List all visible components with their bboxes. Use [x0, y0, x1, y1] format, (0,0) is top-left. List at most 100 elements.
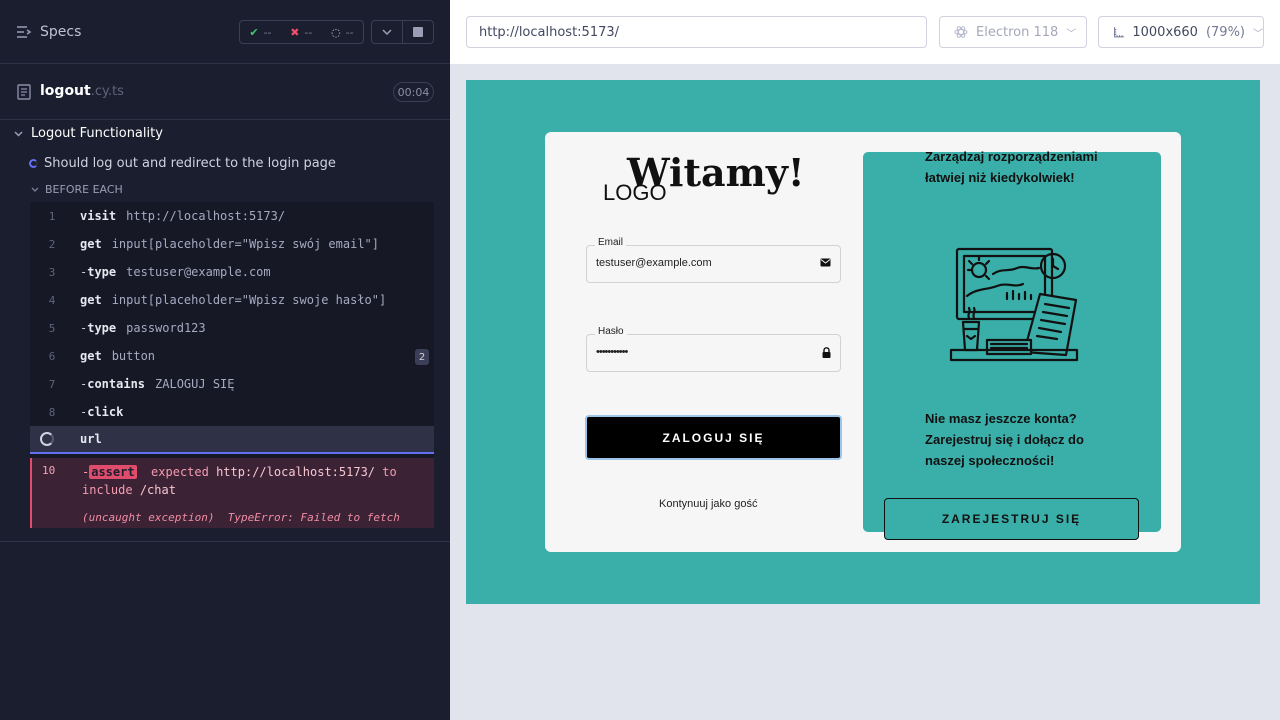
- test-stats: ✔ -- ✖ -- ◌ --: [239, 20, 364, 44]
- viewport-selector[interactable]: 1000x660 (79%) ﹀: [1098, 16, 1264, 48]
- suite-title[interactable]: Logout Functionality: [14, 126, 163, 141]
- url-bar[interactable]: http://localhost:5173/: [466, 16, 927, 48]
- child-dash: -: [80, 265, 88, 279]
- assert-tag: assert: [89, 465, 137, 479]
- runner-panel: Specs ✔ -- ✖ -- ◌ -- logout.cy.ts 00:04 Log…: [0, 0, 450, 720]
- command-number: 2: [48, 237, 56, 251]
- test-title[interactable]: Should log out and redirect to the login…: [29, 156, 336, 171]
- pending-stat: ◌ --: [331, 26, 354, 39]
- suite-label: Logout Functionality: [31, 126, 163, 141]
- viewport-size: 1000x660: [1132, 24, 1198, 40]
- divider: [0, 541, 450, 542]
- file-name-text: logout: [40, 83, 91, 99]
- chevron-down-icon: [382, 29, 392, 35]
- app-viewport: Witamy! LOGO Email testuser@example.com …: [466, 80, 1260, 604]
- command-arg: http://localhost:5173/: [126, 209, 286, 223]
- file-ext: .cy.ts: [90, 84, 124, 99]
- exception-message: (uncaught exception) TypeError: Failed t…: [82, 511, 400, 524]
- running-spinner-icon: [29, 159, 38, 168]
- specs-list-icon: [17, 26, 32, 38]
- command-row[interactable]: 4 get input[placeholder="Wpisz swoje hasło…: [30, 286, 434, 314]
- stop-icon: [413, 27, 423, 37]
- command-row[interactable]: 2 get input[placeholder="Wpisz swój email"…: [30, 230, 434, 258]
- loading-spinner-icon: [40, 432, 54, 446]
- spec-file-name[interactable]: logout.cy.ts: [40, 83, 124, 99]
- command-number: 8: [48, 405, 56, 419]
- command-row[interactable]: 5 - type password123: [30, 314, 434, 342]
- stop-button[interactable]: [402, 21, 433, 43]
- lock-icon: [822, 347, 831, 358]
- browser-selector[interactable]: Electron 118 ﹀: [939, 16, 1087, 48]
- electron-icon: [954, 26, 968, 38]
- email-label: Email: [595, 237, 627, 248]
- command-name: click: [87, 405, 124, 419]
- file-icon: [17, 84, 31, 100]
- envelope-icon: [820, 258, 831, 267]
- preview-panel: http://localhost:5173/ Electron 118 ﹀ 10…: [450, 0, 1280, 720]
- child-dash: -: [80, 405, 88, 419]
- child-dash: -: [80, 321, 88, 335]
- promo-panel: Zarządzaj rozporządzeniami łatwiej niż k…: [863, 149, 1161, 532]
- element-count-badge: 2: [415, 349, 429, 365]
- error-command-row[interactable]: 10 - assert expected http://localhost:517…: [30, 458, 434, 528]
- specs-toggle[interactable]: Specs: [16, 24, 81, 40]
- check-icon: ✔: [249, 25, 259, 39]
- command-number: 1: [48, 209, 56, 223]
- command-log: 1 visit http://localhost:5173/ 2 get input[p…: [30, 202, 434, 528]
- command-arg: input[placeholder="Wpisz swoje hasło"]: [111, 293, 387, 307]
- exception-text: TypeError: Failed to fetch: [227, 511, 400, 524]
- command-name: get: [80, 293, 102, 307]
- command-number: 4: [48, 293, 56, 307]
- zoom-level: (79%): [1205, 24, 1245, 40]
- passed-stat: ✔ --: [249, 26, 271, 39]
- ruler-icon: [1114, 27, 1125, 38]
- login-button[interactable]: ZALOGUJ SIĘ: [585, 415, 842, 460]
- command-row[interactable]: 8 - click: [30, 398, 434, 426]
- exception-label: (uncaught exception): [82, 511, 215, 524]
- assert-path: /chat: [139, 483, 176, 497]
- command-name: contains: [87, 377, 146, 391]
- pending-count: --: [345, 25, 354, 39]
- command-name: visit: [80, 209, 117, 223]
- runner-controls: [371, 20, 434, 44]
- guest-link[interactable]: Kontynuuj jako gość: [659, 498, 757, 510]
- logo: LOGO: [603, 180, 667, 205]
- hook-title[interactable]: BEFORE EACH: [31, 183, 123, 196]
- pending-icon: ◌: [331, 25, 341, 39]
- assert-to: to: [382, 465, 397, 479]
- password-field[interactable]: Hasło •••••••••••: [586, 326, 841, 372]
- email-field[interactable]: Email testuser@example.com: [586, 237, 841, 283]
- dropdown-button[interactable]: [372, 21, 402, 43]
- command-arg: testuser@example.com: [126, 265, 271, 279]
- promo-text: Zarządzaj rozporządzeniami łatwiej niż k…: [925, 149, 1098, 185]
- chevron-down-icon: ﹀: [1253, 28, 1263, 40]
- command-name: get: [80, 237, 102, 251]
- command-number: 7: [48, 377, 56, 391]
- x-icon: ✖: [290, 25, 300, 39]
- command-arg: button: [111, 349, 156, 363]
- chevron-down-icon: [14, 130, 23, 137]
- assert-include: include: [82, 483, 133, 497]
- active-command-row[interactable]: url: [30, 426, 434, 454]
- assert-url: http://localhost:5173/: [216, 465, 376, 479]
- password-label: Hasło: [595, 326, 627, 337]
- command-row[interactable]: 1 visit http://localhost:5173/: [30, 202, 434, 230]
- command-arg: ZALOGUJ SIĘ: [155, 377, 235, 391]
- command-row[interactable]: 3 - type testuser@example.com: [30, 258, 434, 286]
- command-row[interactable]: 7 - contains ZALOGUJ SIĘ: [30, 370, 434, 398]
- command-name: url: [80, 432, 102, 446]
- failed-count: --: [304, 25, 313, 39]
- chevron-down-icon: ﹀: [1066, 28, 1077, 40]
- assertion-message: - assert expected http://localhost:5173/ …: [82, 465, 397, 497]
- browser-toolbar: http://localhost:5173/ Electron 118 ﹀ 10…: [450, 0, 1280, 64]
- register-button[interactable]: ZAREJESTRUJ SIĘ: [884, 498, 1139, 540]
- test-label: Should log out and redirect to the login…: [44, 156, 336, 171]
- duration-badge: 00:04: [393, 82, 434, 102]
- laptop-illustration-icon: [949, 247, 1079, 362]
- command-arg: input[placeholder="Wpisz swój email"]: [111, 237, 379, 251]
- command-name: type: [87, 321, 117, 335]
- assert-expected: expected: [151, 465, 209, 479]
- command-number: 5: [48, 321, 56, 335]
- command-row[interactable]: 6 get button 2: [30, 342, 434, 370]
- login-card: Witamy! LOGO Email testuser@example.com …: [545, 132, 1181, 552]
